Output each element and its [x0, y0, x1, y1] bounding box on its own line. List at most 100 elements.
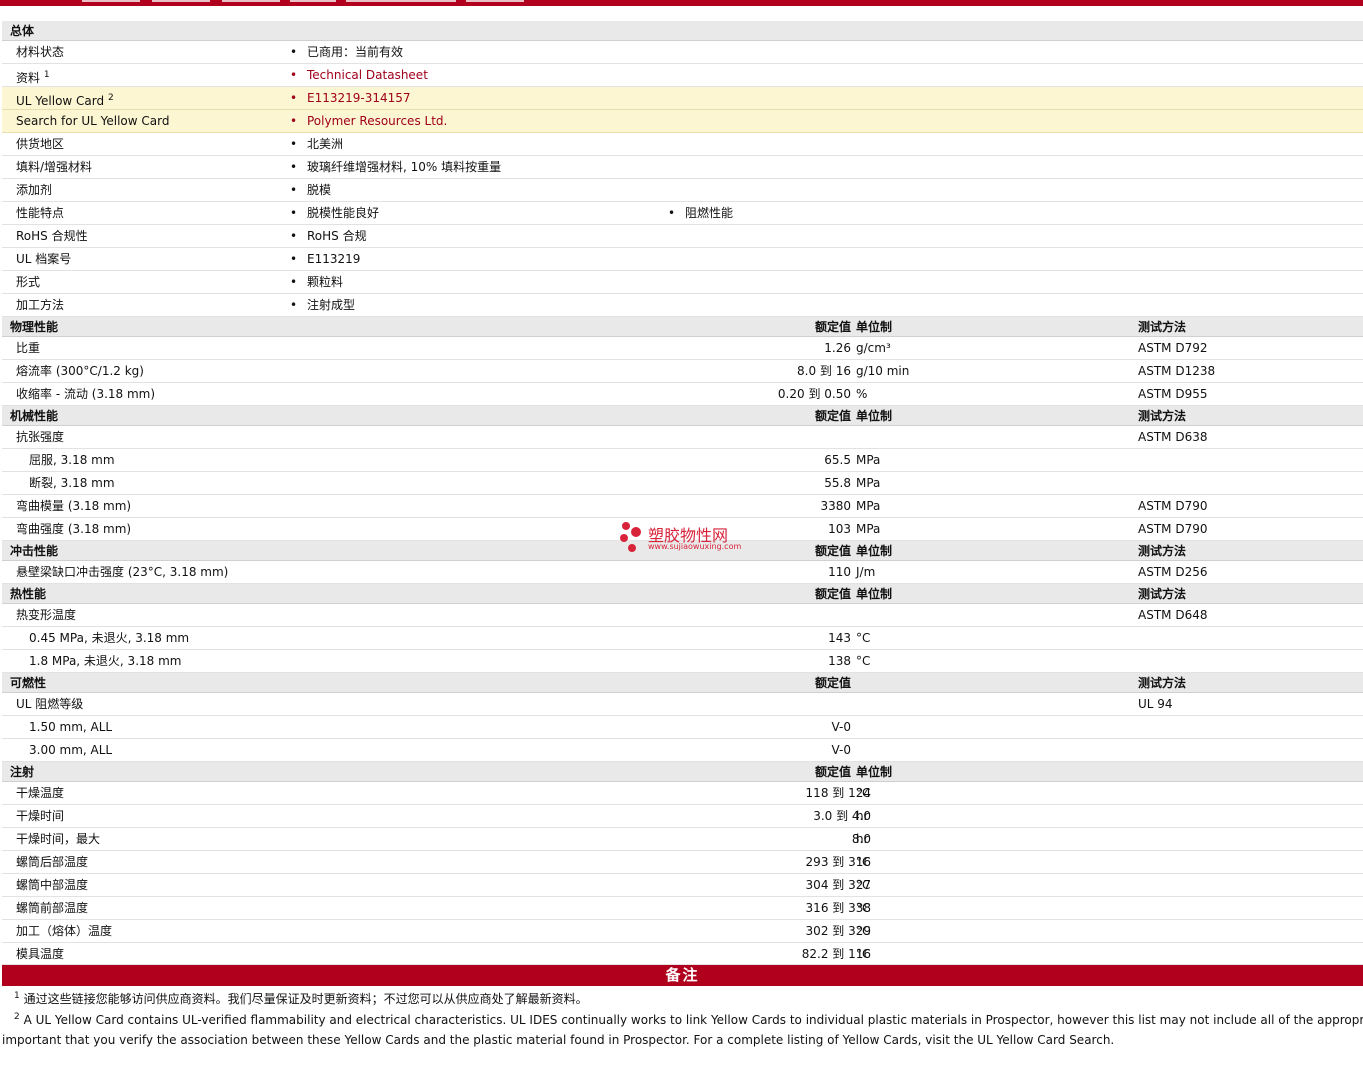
section-title: 机械性能 [10, 409, 59, 423]
property-label: 加工（熔体）温度 [16, 924, 113, 938]
property-row: 热变形温度 ASTM D648 [2, 604, 1363, 627]
property-row-highlight: Search for UL Yellow Card Polymer Resour… [2, 110, 1363, 133]
footnote-ref[interactable]: 1 [44, 70, 50, 80]
property-row: 1.50 mm, ALL V-0 [2, 716, 1363, 739]
section-title: 总体 [10, 24, 35, 38]
nominal-value: 0.20 到 0.50 [777, 387, 851, 401]
property-label: RoHS 合规性 [16, 229, 88, 243]
property-label: 弯曲模量 (3.18 mm) [16, 499, 132, 513]
footnote-ref[interactable]: 2 [108, 93, 114, 103]
property-row: 断裂, 3.18 mm 55.8 MPa [2, 472, 1363, 495]
nav-tab-marker[interactable] [290, 0, 336, 2]
section-title: 注射 [10, 765, 35, 779]
nav-tab-marker[interactable] [152, 0, 210, 2]
property-label: 比重 [16, 341, 41, 355]
column-header-nominal: 额定值 [814, 544, 851, 558]
property-row: UL 档案号 E113219 [2, 248, 1363, 271]
property-row: 加工（熔体）温度 302 到 329 °C [2, 920, 1363, 943]
unit: °C [856, 924, 871, 938]
notes-header: 备注 [2, 965, 1363, 986]
property-row: 模具温度 82.2 到 116 °C [2, 943, 1363, 965]
nominal-value: 1.26 [824, 341, 851, 355]
column-header-unit: 单位制 [856, 587, 893, 601]
nominal-value: V-0 [831, 743, 851, 757]
property-label: 螺筒后部温度 [16, 855, 89, 869]
section-title: 冲击性能 [10, 544, 59, 558]
section-header-flammability: 可燃性 额定值 测试方法 [2, 673, 1363, 693]
property-value: 北美洲 [290, 133, 343, 155]
watermark-url: www.sujiaowuxing.com [648, 542, 742, 551]
test-method: ASTM D790 [1138, 522, 1208, 536]
unit: hr [856, 832, 869, 846]
unit: °C [856, 901, 871, 915]
ul-yellow-card-search-link[interactable]: Polymer Resources Ltd. [290, 110, 447, 132]
unit: °C [856, 631, 871, 645]
footnote-number: 2 [14, 1012, 20, 1022]
ul-yellow-card-link[interactable]: E113219-314157 [290, 87, 411, 109]
footnote-2: 2 A UL Yellow Card contains UL-verified … [2, 1012, 1363, 1027]
property-label: 1.50 mm, ALL [29, 720, 113, 734]
property-label: 填料/增强材料 [16, 160, 93, 174]
footnote-1: 1 通过这些链接您能够访问供应商资料。我们尽量保证及时更新资料；不过您可以从供应… [2, 990, 1363, 1007]
nominal-value: 55.8 [824, 476, 851, 490]
property-label: UL 阻燃等级 [16, 697, 84, 711]
nominal-value: 3380 [820, 499, 851, 513]
footnote-text: A UL Yellow Card contains UL-verified fl… [23, 1013, 1363, 1027]
top-nav-bar [0, 0, 1363, 6]
unit: °C [856, 654, 871, 668]
property-label: 资料 1 [16, 70, 50, 85]
nominal-value: 8.0 到 16 [797, 364, 851, 378]
property-label: 干燥温度 [16, 786, 65, 800]
property-row: 熔流率 (300°C/1.2 kg) 8.0 到 16 g/10 min AST… [2, 360, 1363, 383]
nav-tab-marker[interactable] [346, 0, 456, 2]
property-value: 阻燃性能 [668, 202, 733, 224]
column-header-method: 测试方法 [1138, 320, 1187, 334]
property-label: 0.45 MPa, 未退火, 3.18 mm [29, 631, 190, 645]
unit: °C [856, 947, 871, 961]
section-title: 热性能 [10, 587, 47, 601]
property-label: 弯曲强度 (3.18 mm) [16, 522, 132, 536]
test-method: ASTM D1238 [1138, 364, 1216, 378]
property-label: 螺筒中部温度 [16, 878, 89, 892]
watermark: 塑胶物性网 www.sujiaowuxing.com [618, 520, 758, 556]
nav-tab-marker[interactable] [82, 0, 140, 2]
test-method: ASTM D790 [1138, 499, 1208, 513]
column-header-method: 测试方法 [1138, 544, 1187, 558]
nominal-value: 65.5 [824, 453, 851, 467]
property-row: 0.45 MPa, 未退火, 3.18 mm 143 °C [2, 627, 1363, 650]
unit: g/10 min [856, 364, 910, 378]
property-row: 螺筒后部温度 293 到 316 °C [2, 851, 1363, 874]
property-label: 螺筒前部温度 [16, 901, 89, 915]
property-value: RoHS 合规 [290, 225, 367, 247]
property-value: E113219 [290, 248, 360, 270]
property-row: 形式 颗粒料 [2, 271, 1363, 294]
nav-tab-marker[interactable] [222, 0, 280, 2]
unit: °C [856, 855, 871, 869]
property-label: 收缩率 - 流动 (3.18 mm) [16, 387, 156, 401]
property-row-highlight: UL Yellow Card 2 E113219-314157 [2, 87, 1363, 110]
column-header-nominal: 额定值 [814, 320, 851, 334]
property-label: 抗张强度 [16, 430, 65, 444]
test-method: ASTM D648 [1138, 608, 1208, 622]
column-header-nominal: 额定值 [814, 409, 851, 423]
property-value: 脱模 [290, 179, 331, 201]
section-title: 可燃性 [10, 676, 47, 690]
nominal-value: 138 [828, 654, 851, 668]
unit: °C [856, 786, 871, 800]
property-label: 热变形温度 [16, 608, 77, 622]
nominal-value: V-0 [831, 720, 851, 734]
nominal-value: 143 [828, 631, 851, 645]
nav-tab-marker[interactable] [466, 0, 524, 2]
property-row: 比重 1.26 g/cm³ ASTM D792 [2, 337, 1363, 360]
column-header-method: 测试方法 [1138, 587, 1187, 601]
technical-datasheet-link[interactable]: Technical Datasheet [290, 64, 428, 86]
property-label: 熔流率 (300°C/1.2 kg) [16, 364, 144, 378]
property-value: 玻璃纤维增强材料, 10% 填料按重量 [290, 156, 501, 178]
nominal-value: 110 [828, 565, 851, 579]
property-label: 干燥时间，最大 [16, 832, 101, 846]
property-label: 屈服, 3.18 mm [29, 453, 115, 467]
unit: % [856, 387, 868, 401]
property-row: 干燥时间，最大 8.0 hr [2, 828, 1363, 851]
property-row: 性能特点 脱模性能良好 阻燃性能 [2, 202, 1363, 225]
property-row: 抗张强度 ASTM D638 [2, 426, 1363, 449]
